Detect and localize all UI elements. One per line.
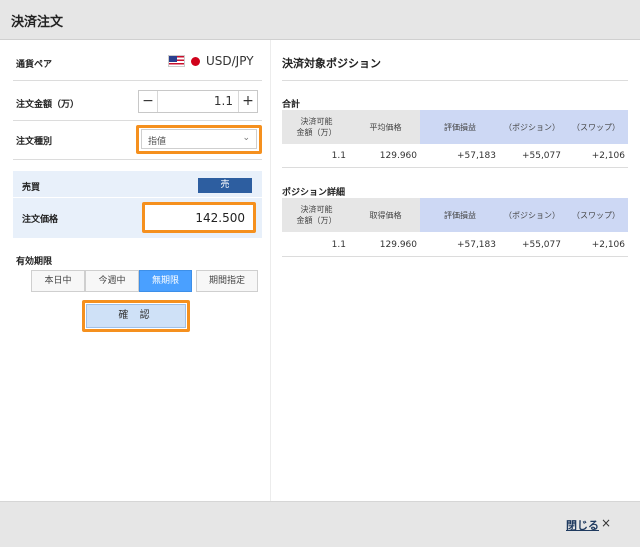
divider — [13, 159, 262, 160]
side-label: 売買 — [22, 183, 41, 193]
summary-header-position: （ポジション） — [500, 110, 564, 144]
close-icon[interactable]: × — [601, 516, 611, 530]
pair-value: USD/JPY — [206, 54, 254, 68]
divider — [13, 80, 262, 81]
detail-cell-position: +55,077 — [521, 240, 561, 250]
dialog-footer: 閉じる × — [0, 501, 640, 547]
divider — [13, 120, 262, 121]
detail-header-position: （ポジション） — [500, 198, 564, 232]
expiry-label: 有効期限 — [16, 257, 53, 267]
detail-header-swap: （スワップ） — [564, 198, 628, 232]
summary-header-price: 平均価格 — [351, 110, 420, 144]
summary-cell-swap: +2,106 — [591, 151, 625, 161]
amount-input[interactable]: 1.1 — [159, 94, 233, 108]
jp-flag-icon — [191, 57, 200, 66]
chevron-down-icon: ⌄ — [242, 133, 250, 143]
confirm-button[interactable]: 確 認 — [86, 304, 186, 328]
order-type-value: 指値 — [148, 137, 167, 147]
summary-cell-position: +55,077 — [521, 151, 561, 161]
summary-cell-price: 129.960 — [379, 151, 417, 161]
detail-header-price: 取得価格 — [351, 198, 420, 232]
expiry-option-unlimited[interactable]: 無期限 — [139, 270, 192, 292]
detail-header-pl: 評価損益 — [420, 198, 500, 232]
decrement-button[interactable]: − — [139, 91, 158, 112]
expiry-option-week[interactable]: 今週中 — [85, 270, 139, 292]
detail-cell-swap: +2,106 — [591, 240, 625, 250]
price-input[interactable]: 142.500 — [142, 202, 256, 233]
us-flag-icon — [168, 55, 185, 67]
pair-label: 通貨ペア — [16, 60, 53, 70]
column-divider — [270, 40, 271, 501]
table-row-divider — [282, 167, 628, 168]
summary-cell-amount: 1.1 — [331, 151, 346, 161]
summary-header-swap: （スワップ） — [564, 110, 628, 144]
sell-button[interactable]: 売 — [198, 178, 252, 193]
detail-cell-amount: 1.1 — [331, 240, 346, 250]
detail-title: ポジション詳細 — [282, 188, 346, 198]
detail-cell-pl: +57,183 — [456, 240, 496, 250]
divider — [282, 80, 628, 81]
order-type-label: 注文種別 — [16, 137, 53, 147]
detail-header-amount: 決済可能 金額（万） — [282, 198, 351, 232]
price-label: 注文価格 — [22, 215, 59, 225]
close-link[interactable]: 閉じる — [566, 517, 599, 533]
amount-stepper: − 1.1 + — [138, 90, 258, 113]
detail-cell-price: 129.960 — [379, 240, 417, 250]
table-row-divider — [282, 256, 628, 257]
amount-label: 注文金額（万） — [16, 100, 80, 110]
summary-title: 合計 — [282, 100, 301, 110]
expiry-option-today[interactable]: 本日中 — [31, 270, 85, 292]
summary-header-amount: 決済可能 金額（万） — [282, 110, 351, 144]
summary-header-pl: 評価損益 — [420, 110, 500, 144]
title-bar: 決済注文 — [0, 0, 640, 40]
expiry-option-period[interactable]: 期間指定 — [196, 270, 258, 292]
order-type-select[interactable]: 指値 ⌄ — [141, 129, 257, 149]
summary-cell-pl: +57,183 — [456, 151, 496, 161]
positions-title: 決済対象ポジション — [282, 57, 381, 70]
price-value: 142.500 — [195, 211, 245, 225]
increment-button[interactable]: + — [238, 91, 257, 112]
dialog-title: 決済注文 — [11, 15, 64, 30]
